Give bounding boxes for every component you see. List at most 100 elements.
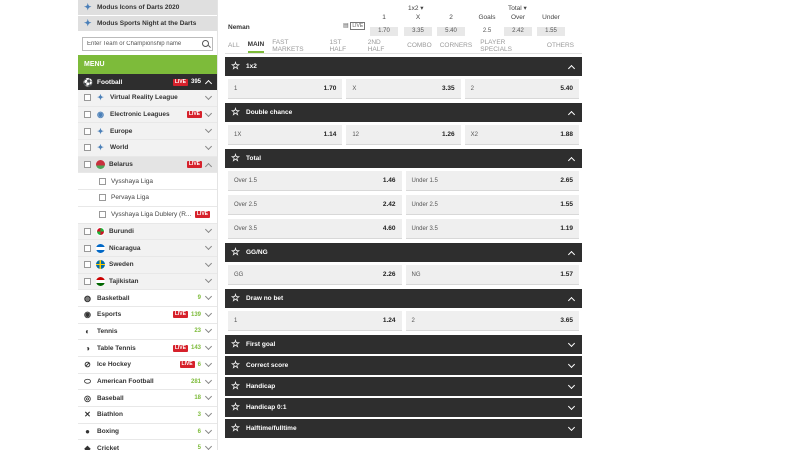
chevron-down-icon[interactable] <box>205 411 213 419</box>
odd-button[interactable]: 1 1.70 <box>228 79 343 99</box>
star-icon[interactable]: ☆ <box>231 423 241 434</box>
sidebar-item-country[interactable]: Sweden <box>78 256 217 274</box>
odd-button[interactable]: 2 5.40 <box>464 79 579 99</box>
star-icon[interactable]: ☆ <box>231 107 241 118</box>
market-header[interactable]: ☆ First goal <box>225 335 582 354</box>
market-selector-total[interactable]: Total ▾ <box>508 4 527 12</box>
sidebar-item-country[interactable]: ✦ Virtual Reality League <box>78 90 217 107</box>
star-icon[interactable]: ☆ <box>231 402 241 413</box>
market-header[interactable]: ☆ Handicap <box>225 377 582 396</box>
odd-button[interactable]: 2 3.65 <box>405 311 579 331</box>
sidebar-item-country[interactable]: ◉ Electronic Leagues LIVE <box>78 106 217 124</box>
sidebar-item-country[interactable]: ✦ World <box>78 140 217 157</box>
chevron-down-icon[interactable] <box>568 362 576 370</box>
checkbox[interactable] <box>84 144 91 152</box>
market-header[interactable]: ☆ 1x2 <box>225 57 582 76</box>
odd-button[interactable]: 1 1.24 <box>228 311 402 331</box>
checkbox[interactable] <box>84 111 91 119</box>
chevron-up-icon[interactable] <box>568 109 576 117</box>
sidebar-item-league[interactable]: Vysshaya Liga Dublery (R... LIVE <box>78 206 217 224</box>
sidebar-item-country[interactable]: Belarus LIVE <box>78 156 217 174</box>
odd-button[interactable]: Under 3.5 1.19 <box>405 219 579 239</box>
odd-button[interactable]: NG 1.57 <box>405 265 579 285</box>
market-header[interactable]: ☆ Double chance <box>225 103 582 122</box>
chevron-down-icon[interactable] <box>205 127 213 135</box>
sidebar-item-country[interactable]: Nicaragua <box>78 240 217 257</box>
tab-2nd-half[interactable]: 2ND HALF <box>368 36 399 56</box>
chevron-down-icon[interactable] <box>205 428 213 436</box>
chevron-down-icon[interactable] <box>205 94 213 102</box>
checkbox[interactable] <box>84 161 91 169</box>
promo-item[interactable]: ✦ Modus Icons of Darts 2020 <box>78 0 217 16</box>
market-header[interactable]: ☆ Total <box>225 149 582 168</box>
sidebar-item-sport[interactable]: ⊘ Ice Hockey LIVE 6 <box>78 357 217 374</box>
checkbox[interactable] <box>84 277 91 285</box>
star-icon[interactable]: ☆ <box>231 381 241 392</box>
market-header[interactable]: ☆ Handicap 0:1 <box>225 398 582 417</box>
odd-button[interactable]: 12 1.26 <box>346 125 461 145</box>
promo-item[interactable]: ✦ Modus Sports Night at the Darts <box>78 16 217 32</box>
chevron-down-icon[interactable] <box>205 378 213 386</box>
checkbox[interactable] <box>84 94 91 102</box>
chevron-down-icon[interactable] <box>205 311 213 319</box>
sidebar-item-country[interactable]: Burundi <box>78 223 217 241</box>
odd-button[interactable]: GG 2.26 <box>228 265 402 285</box>
chevron-up-icon[interactable] <box>568 249 576 257</box>
chevron-up-icon[interactable] <box>205 161 213 169</box>
chevron-down-icon[interactable] <box>568 341 576 349</box>
odd-button[interactable]: Over 2.5 2.42 <box>228 195 402 215</box>
tab-main[interactable]: MAIN <box>247 38 265 53</box>
odd-button[interactable]: Over 3.5 4.60 <box>228 219 402 239</box>
chevron-down-icon[interactable] <box>205 261 213 269</box>
chevron-down-icon[interactable] <box>205 111 213 119</box>
sidebar-item-sport[interactable]: ◉ Esports LIVE 139 <box>78 306 217 324</box>
tab-corners[interactable]: CORNERS <box>440 39 473 52</box>
odd-button[interactable]: X 3.35 <box>346 79 461 99</box>
sidebar-item-sport[interactable]: ◍ Basketball 9 <box>78 290 217 307</box>
tab-others[interactable]: OTHERS <box>547 39 574 52</box>
market-selector-1x2[interactable]: 1x2 ▾ <box>408 4 424 12</box>
tab-combo[interactable]: COMBO <box>407 39 432 52</box>
chevron-down-icon[interactable] <box>568 425 576 433</box>
chevron-down-icon[interactable] <box>205 394 213 402</box>
tab-player-specials[interactable]: PLAYER SPECIALS <box>480 36 539 56</box>
odd-button[interactable]: 5.40 <box>437 27 465 36</box>
market-header[interactable]: ☆ Draw no bet <box>225 289 582 308</box>
statistics-icon[interactable]: ▤ LIVE <box>343 22 366 30</box>
star-icon[interactable]: ☆ <box>231 61 241 72</box>
checkbox[interactable] <box>84 127 91 135</box>
sidebar-item-sport[interactable]: ◐ Tennis 23 <box>78 323 217 341</box>
sidebar-item-country[interactable]: Tajikistan <box>78 273 217 291</box>
odd-button[interactable]: 2.42 <box>504 27 532 36</box>
odd-button[interactable]: X2 1.88 <box>464 125 579 145</box>
chevron-down-icon[interactable] <box>205 294 213 302</box>
star-icon[interactable]: ☆ <box>231 293 241 304</box>
checkbox[interactable] <box>99 194 106 202</box>
tab-fast-markets[interactable]: FAST MARKETS <box>272 36 321 56</box>
odd-button[interactable]: 1.70 <box>370 27 398 36</box>
sidebar-item-sport[interactable]: ✕ Biathlon 3 <box>78 407 217 424</box>
chevron-down-icon[interactable] <box>205 277 213 285</box>
star-icon[interactable]: ☆ <box>231 360 241 371</box>
chevron-down-icon[interactable] <box>205 361 213 369</box>
tab-all[interactable]: ALL <box>228 39 240 52</box>
tab-1st-half[interactable]: 1ST HALF <box>330 36 360 56</box>
odd-button[interactable]: Under 2.5 1.55 <box>405 195 579 215</box>
sidebar-item-sport[interactable]: ◎ Baseball 18 <box>78 390 217 408</box>
chevron-down-icon[interactable] <box>205 144 213 152</box>
chevron-down-icon[interactable] <box>205 227 213 235</box>
checkbox[interactable] <box>84 244 91 252</box>
sidebar-item-football[interactable]: ⚽ Football LIVE 395 <box>78 74 217 90</box>
chevron-up-icon[interactable] <box>568 63 576 71</box>
chevron-down-icon[interactable] <box>568 383 576 391</box>
market-header[interactable]: ☆ Correct score <box>225 356 582 375</box>
sidebar-item-sport[interactable]: ◑ Table Tennis LIVE 143 <box>78 340 217 357</box>
chevron-down-icon[interactable] <box>205 444 213 450</box>
sidebar-item-league[interactable]: Pervaya Liga <box>78 190 217 207</box>
chevron-down-icon[interactable] <box>568 404 576 412</box>
checkbox[interactable] <box>99 177 106 185</box>
odd-button[interactable]: Over 1.5 1.46 <box>228 171 402 191</box>
market-header[interactable]: ☆ Halftime/fulltime <box>225 419 582 438</box>
market-header[interactable]: ☆ GG/NG <box>225 243 582 262</box>
sidebar-item-league[interactable]: Vysshaya Liga <box>78 173 217 191</box>
